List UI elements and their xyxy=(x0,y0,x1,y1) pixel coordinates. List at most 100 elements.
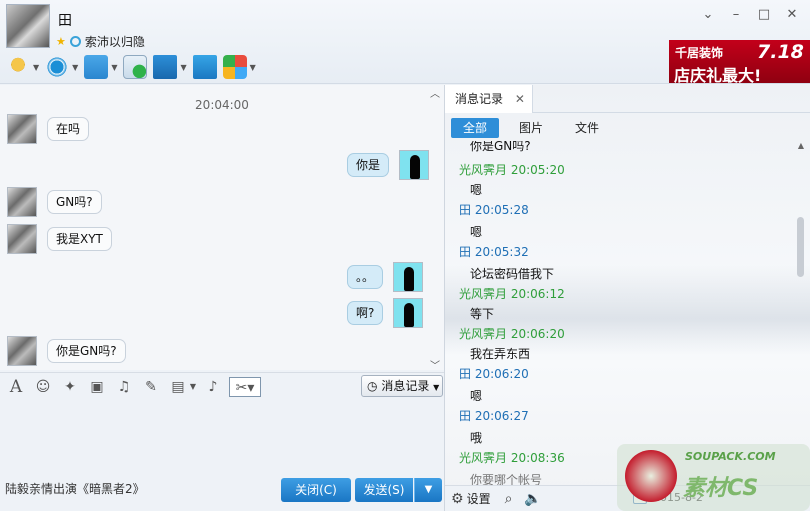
history-header: 田 20:05:32 xyxy=(459,245,529,259)
close-icon[interactable]: ✕ xyxy=(515,92,525,106)
history-header: 光风霁月 20:08:36 xyxy=(459,451,565,465)
minimize-icon[interactable]: – xyxy=(722,5,750,25)
contact-avatar[interactable] xyxy=(6,4,50,48)
watermark-emblem xyxy=(625,450,677,502)
chevron-down-icon[interactable]: ▼ xyxy=(72,63,78,72)
voice-icon[interactable]: ♫ xyxy=(113,377,135,397)
video-call-button[interactable]: ▼ xyxy=(45,55,78,79)
image-dropdown-icon[interactable]: ▼ xyxy=(189,377,197,397)
history-scrollbar[interactable]: ▲ xyxy=(795,141,807,485)
search-icon[interactable]: ⌕ xyxy=(505,491,513,507)
ad-date: 7.18 xyxy=(757,41,804,63)
apps-icon xyxy=(222,55,247,79)
message-row: GN吗? xyxy=(7,187,102,217)
history-header: 田 20:05:28 xyxy=(459,203,529,217)
chevron-down-icon[interactable]: ▼ xyxy=(111,63,117,72)
chat-area[interactable]: 20:04:00 ︿ 在吗 你是 GN吗? 我是XYT 。。 啊? 你是GN吗?… xyxy=(0,85,444,370)
contact-name[interactable]: 田 xyxy=(58,10,72,30)
filter-images[interactable]: 图片 xyxy=(507,118,555,138)
send-file-button[interactable]: ▼ xyxy=(84,55,117,79)
message-input[interactable] xyxy=(0,400,444,476)
send-button[interactable]: 发送(S) xyxy=(355,478,413,502)
message-history-label: 消息记录 xyxy=(381,379,430,393)
screen-share-button[interactable] xyxy=(192,55,217,79)
chevron-down-icon[interactable]: ▼ xyxy=(180,63,186,72)
music-icon[interactable]: ♪ xyxy=(202,377,224,397)
history-header: 光风霁月 20:06:20 xyxy=(459,327,565,341)
remote-desktop-icon xyxy=(153,55,178,79)
send-options-chevron-icon[interactable]: ▼ xyxy=(414,478,442,502)
history-filters: 全部 图片 文件 xyxy=(451,118,619,138)
history-message: 等下 xyxy=(470,307,495,321)
history-message: 我在弄东西 xyxy=(470,347,531,361)
message-bubble: GN吗? xyxy=(47,190,102,214)
apps-button[interactable]: ▼ xyxy=(222,55,256,79)
screenshot-icon[interactable]: ✂▾ xyxy=(229,376,261,397)
maximize-icon[interactable]: □ xyxy=(750,5,778,25)
history-list[interactable]: 你是GN吗? 光风霁月 20:05:20 嗯 田 20:05:28 嗯 田 20… xyxy=(445,141,795,485)
message-bubble: 。。 xyxy=(347,265,384,289)
font-icon[interactable]: A xyxy=(5,377,27,397)
history-header: 田 20:06:27 xyxy=(459,409,529,423)
filter-files[interactable]: 文件 xyxy=(563,118,611,138)
message-bubble: 你是 xyxy=(347,153,390,177)
message-row: 你是 xyxy=(347,150,430,180)
tab-message-history[interactable]: 消息记录 ✕ xyxy=(445,85,533,113)
history-message: 你要哪个帐号 xyxy=(470,473,543,485)
contact-avatar[interactable] xyxy=(7,114,37,144)
add-contact-button[interactable] xyxy=(123,55,148,79)
screen-share-icon xyxy=(192,55,217,79)
close-icon[interactable]: ✕ xyxy=(778,5,806,25)
collapse-up-icon[interactable]: ︿ xyxy=(430,85,440,100)
window-controls: ⌄ – □ ✕ xyxy=(694,5,806,25)
message-row: 在吗 xyxy=(7,114,90,144)
message-row: 啊? xyxy=(347,298,424,328)
settings-label[interactable]: 设置 xyxy=(467,490,491,507)
watermark-name: 素材CS xyxy=(683,476,759,501)
video-icon[interactable]: ▣ xyxy=(86,377,108,397)
add-contact-icon xyxy=(123,55,148,79)
emoji-icon[interactable]: ☺ xyxy=(32,377,54,397)
chat-timestamp: 20:04:00 xyxy=(195,98,249,112)
self-avatar[interactable] xyxy=(399,150,430,180)
filter-all[interactable]: 全部 xyxy=(451,118,500,138)
contact-avatar[interactable] xyxy=(7,336,37,366)
status-text: 索沛以归隐 xyxy=(84,35,145,49)
collapse-down-icon[interactable]: ﹀ xyxy=(430,357,440,370)
history-message: 嗯 xyxy=(470,183,483,197)
message-bubble: 啊? xyxy=(347,301,384,325)
chat-window: 田 ★ 索沛以归隐 ⌄ – □ ✕ ▼ ▼ ▼ ▼ ▼ 千居装饰 7.18 店庆… xyxy=(0,0,810,511)
ad-logo: 千居装饰 xyxy=(675,46,724,60)
message-bubble: 我是XYT xyxy=(47,227,112,251)
edit-icon[interactable]: ✎ xyxy=(140,377,162,397)
footer-ad-link[interactable]: 陆毅亲情出演《暗黑者2》 xyxy=(5,480,145,497)
clock-icon: ◷ xyxy=(367,379,378,393)
remote-desktop-button[interactable]: ▼ xyxy=(153,55,187,79)
ad-slogan: 店庆礼最大! xyxy=(674,66,762,83)
contact-avatar[interactable] xyxy=(7,224,37,254)
message-row: 。。 xyxy=(347,262,424,292)
history-message: 嗯 xyxy=(470,389,483,403)
status-row: ★ 索沛以归隐 xyxy=(56,33,145,50)
history-message: 哦 xyxy=(470,431,483,445)
voice-call-button[interactable]: ▼ xyxy=(6,55,39,79)
speaker-icon[interactable]: 🔈 xyxy=(524,491,541,507)
ad-banner[interactable]: 千居装饰 7.18 店庆礼最大! xyxy=(669,40,810,83)
microphone-icon xyxy=(6,55,30,79)
chevron-down-icon[interactable]: ▼ xyxy=(33,63,39,72)
gear-icon[interactable]: ⚙ xyxy=(451,491,464,507)
tab-label: 消息记录 xyxy=(455,92,504,106)
self-avatar[interactable] xyxy=(393,298,424,328)
chevron-down-icon[interactable]: ▼ xyxy=(250,63,256,72)
message-history-button[interactable]: ◷ 消息记录 ▼ xyxy=(361,375,443,397)
scrollbar-thumb[interactable] xyxy=(797,217,804,277)
close-button[interactable]: 关闭(C) xyxy=(281,478,351,502)
webcam-icon xyxy=(45,55,70,79)
history-header: 田 20:06:20 xyxy=(459,367,529,381)
contact-avatar[interactable] xyxy=(7,187,37,217)
scroll-up-icon[interactable]: ▲ xyxy=(795,141,807,150)
magic-icon[interactable]: ✦ xyxy=(59,377,81,397)
self-avatar[interactable] xyxy=(393,262,424,292)
image-icon[interactable]: ▤ xyxy=(167,377,189,397)
chevron-down-icon[interactable]: ⌄ xyxy=(694,5,722,25)
